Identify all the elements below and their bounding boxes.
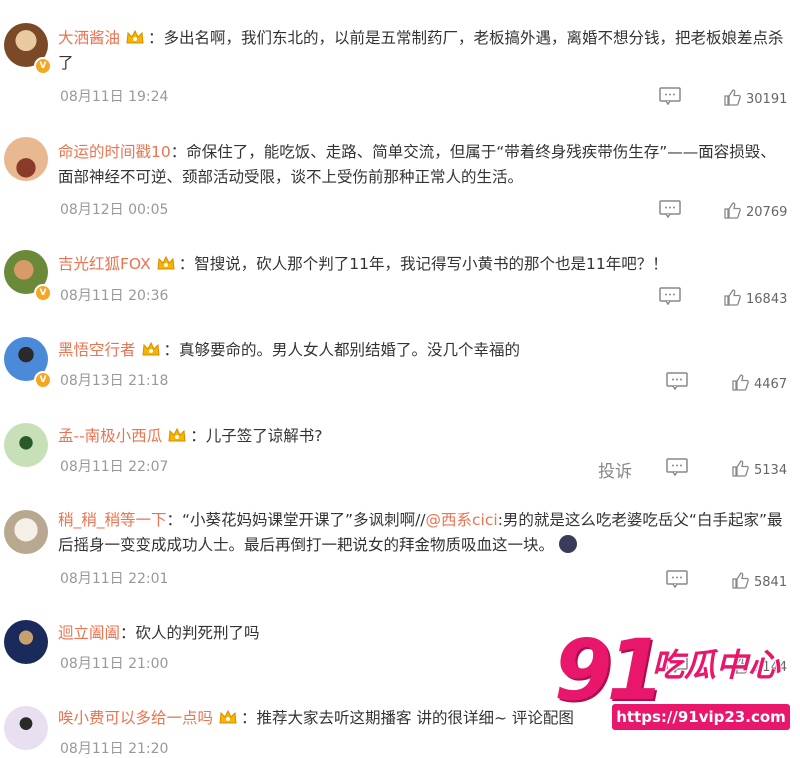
avatar[interactable]	[4, 137, 48, 181]
comment-date: 08月11日 19:24	[60, 89, 169, 105]
like-count: 5134	[754, 463, 788, 478]
comment-reply-icon[interactable]	[666, 570, 688, 588]
crown-badge-icon	[157, 255, 175, 270]
avatar[interactable]	[4, 423, 48, 467]
comment-reply-icon[interactable]	[659, 87, 681, 105]
comment-date: 08月11日 20:36	[60, 288, 169, 304]
thumbs-up-icon	[724, 289, 741, 306]
report-button[interactable]: 投诉	[598, 457, 632, 482]
watermark-logo-number: 91	[554, 621, 665, 719]
username-link[interactable]: 命运的时间戳10	[58, 143, 171, 161]
mention-link[interactable]: @西系cici	[426, 511, 498, 529]
like-count: 5841	[754, 575, 788, 590]
avatar[interactable]	[4, 510, 48, 554]
comment-text: 吉光红狐FOX ：智搜说，砍人那个判了11年，我记得写小黄书的那个也是11年吧？！	[58, 255, 668, 273]
username-link[interactable]: 大洒酱油	[58, 29, 120, 47]
comment-reply-icon[interactable]	[659, 200, 681, 218]
emoji-icon	[558, 535, 577, 553]
like-button[interactable]: 20769	[724, 202, 787, 220]
comment-text: 命运的时间戳10：命保住了，能吃饭、走路、简单交流，但属于“带着终身残疾带伤生存…	[58, 143, 776, 186]
verified-icon: V	[34, 371, 52, 389]
thumbs-up-icon	[732, 374, 749, 391]
username-link[interactable]: 唉小费可以多给一点吗	[58, 709, 213, 727]
thumbs-up-icon	[732, 460, 749, 477]
like-count: 20769	[746, 205, 788, 220]
comment-date: 08月11日 21:00	[60, 656, 169, 672]
like-button[interactable]: 5841	[732, 572, 787, 590]
comment-date: 08月13日 21:18	[60, 373, 169, 389]
crown-badge-icon	[168, 427, 186, 442]
comment-text: 孟--南极小西瓜 ：儿子签了谅解书?	[58, 427, 323, 445]
like-button[interactable]: 5134	[732, 460, 787, 478]
watermark-url: https://91vip23.com	[612, 704, 790, 730]
avatar[interactable]	[4, 706, 48, 750]
thumbs-up-icon	[732, 572, 749, 589]
thumbs-up-icon	[724, 89, 741, 106]
username-link[interactable]: 迴立阖阖	[58, 624, 120, 642]
like-count: 16843	[746, 292, 788, 307]
like-button[interactable]: 4467	[732, 374, 787, 392]
comment-reply-icon[interactable]	[666, 458, 688, 476]
username-link[interactable]: 吉光红狐FOX	[58, 255, 151, 273]
like-count: 30191	[746, 92, 788, 107]
crown-badge-icon	[219, 709, 237, 724]
verified-icon: V	[34, 284, 52, 302]
comment-text: 大洒酱油 ：多出名啊，我们东北的，以前是五常制药厂，老板搞外遇，离婚不想分钱，把老…	[58, 29, 784, 72]
crown-badge-icon	[126, 29, 144, 44]
like-button[interactable]: 16843	[724, 289, 787, 307]
username-link[interactable]: 稍_稍_稍等一下	[58, 511, 167, 529]
comment-text: 黑悟空行者 ：真够要命的。男人女人都别结婚了。没几个幸福的	[58, 341, 521, 359]
username-link[interactable]: 孟--南极小西瓜	[58, 427, 162, 445]
comment-date: 08月11日 22:01	[60, 571, 169, 587]
comment-date: 08月12日 00:05	[60, 202, 169, 218]
like-button[interactable]: 30191	[724, 89, 787, 107]
comment-date: 08月11日 22:07	[60, 459, 169, 475]
watermark-logo-text: 吃瓜中心	[652, 646, 781, 684]
comment-date: 08月11日 21:20	[60, 741, 169, 757]
crown-badge-icon	[141, 341, 160, 356]
comment-reply-icon[interactable]	[659, 287, 681, 305]
avatar[interactable]	[4, 620, 48, 664]
comment-text: 稍_稍_稍等一下：“小葵花妈妈课堂开课了”多讽刺啊//@西系cici:男的就是这…	[58, 511, 783, 554]
comment-reply-icon[interactable]	[666, 372, 688, 390]
verified-icon: V	[34, 57, 52, 75]
like-count: 4467	[754, 377, 788, 392]
username-link[interactable]: 黑悟空行者	[58, 341, 136, 359]
thumbs-up-icon	[724, 202, 741, 219]
